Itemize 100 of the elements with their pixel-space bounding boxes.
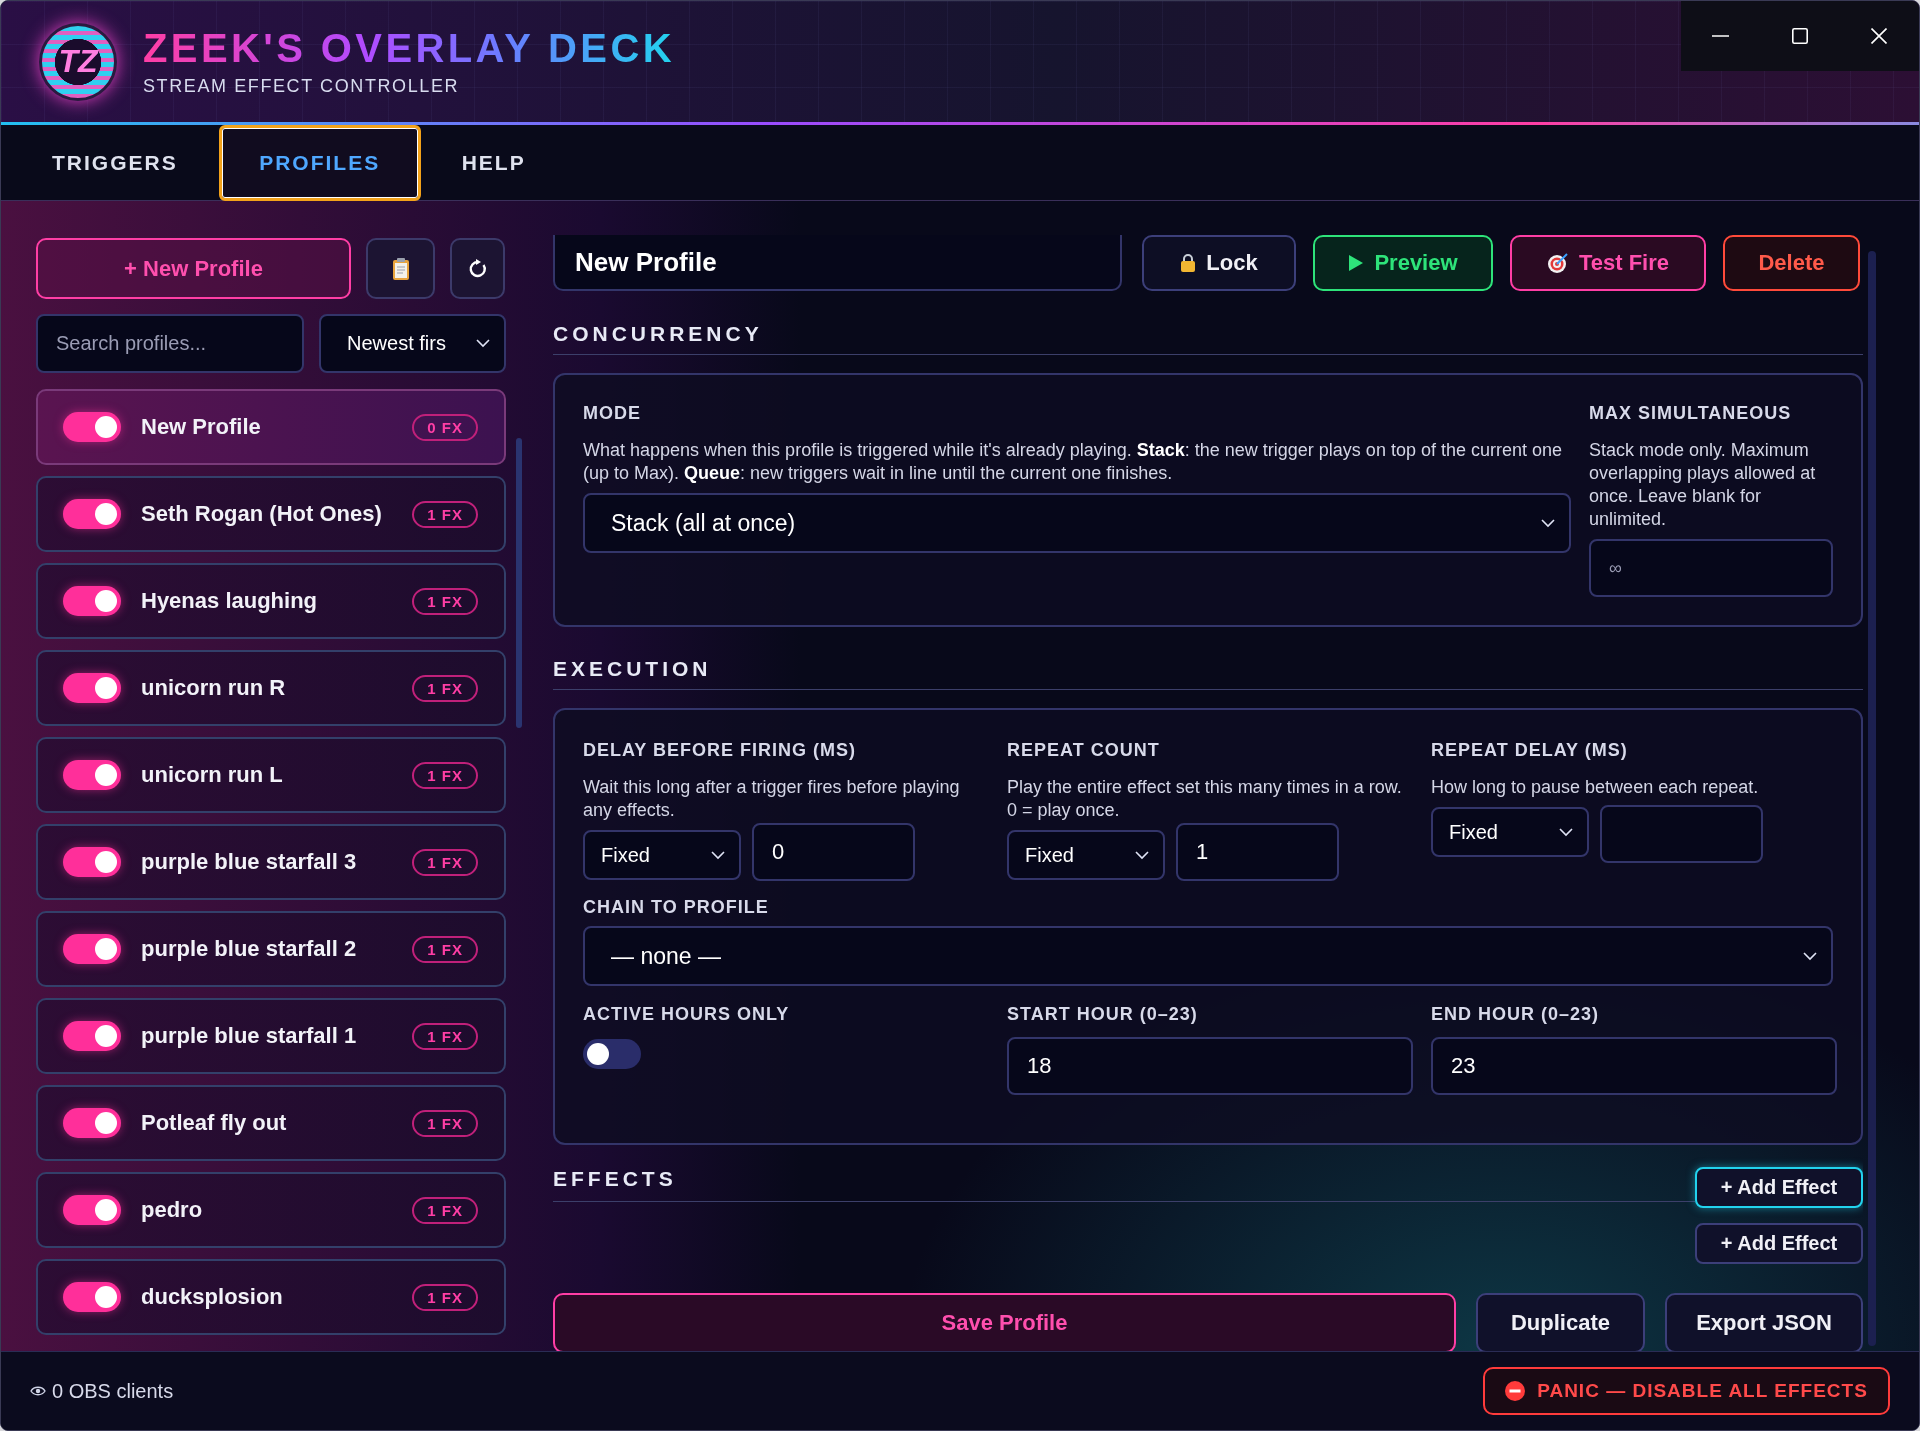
profile-name: ducksplosion — [141, 1284, 284, 1310]
delete-button[interactable]: Delete — [1723, 235, 1860, 291]
duplicate-button[interactable]: Duplicate — [1476, 1293, 1645, 1351]
stop-icon — [1505, 1381, 1526, 1401]
refresh-button[interactable] — [450, 238, 505, 299]
input-field[interactable]: ∞ — [1589, 539, 1833, 597]
tab[interactable]: HELP — [420, 124, 567, 201]
effect-count-badge: 0 FX — [412, 413, 478, 441]
field-label: MODE — [583, 403, 642, 424]
profile-item[interactable]: purple blue starfall 2 1 FX — [36, 911, 506, 987]
effect-count-badge: 1 FX — [412, 587, 478, 615]
input-field[interactable]: 1 — [1176, 823, 1339, 881]
toggle-switch[interactable] — [63, 412, 121, 442]
effect-count-badge: 1 FX — [412, 848, 478, 876]
profile-item[interactable]: pedro 1 FX — [36, 1172, 506, 1248]
chevron-icon — [1135, 850, 1149, 860]
panic-button[interactable]: PANIC — DISABLE ALL EFFECTS — [1483, 1367, 1890, 1415]
help-text: Wait this long after a trigger fires before playing any effects. — [583, 776, 961, 822]
input-field[interactable]: 23 — [1431, 1037, 1837, 1095]
chevron-icon — [1541, 518, 1555, 528]
input-field[interactable]: New Profile — [553, 235, 1122, 291]
help-text: Stack mode only. Maximum overlapping plays allowed at once. Leave blank for unlimited. — [1589, 439, 1817, 531]
dropdown[interactable]: Newest firs — [319, 314, 506, 373]
profile-item[interactable]: Hyenas laughing 1 FX — [36, 563, 506, 639]
field-label: DELAY BEFORE FIRING (MS) — [583, 740, 858, 761]
help-text: How long to pause between each repeat. — [1431, 776, 1760, 799]
effect-count-badge: 1 FX — [412, 674, 478, 702]
refresh-icon — [467, 258, 488, 279]
profile-item[interactable]: ducksplosion 1 FX — [36, 1259, 506, 1335]
input-field[interactable]: 0 — [752, 823, 915, 881]
toggle-switch[interactable] — [63, 847, 121, 877]
profile-name: New Profile — [141, 414, 262, 440]
input-field[interactable] — [1600, 805, 1763, 863]
profile-item[interactable]: unicorn run L 1 FX — [36, 737, 506, 813]
toggle-switch[interactable] — [63, 586, 121, 616]
profile-item[interactable]: purple blue starfall 1 1 FX — [36, 998, 506, 1074]
preview-button[interactable]: Preview — [1313, 235, 1493, 291]
target-icon — [1546, 252, 1569, 274]
profile-item[interactable]: Seth Rogan (Hot Ones) 1 FX — [36, 476, 506, 552]
chevron-icon — [1803, 951, 1817, 961]
toggle-switch[interactable] — [63, 1108, 121, 1138]
effect-count-badge: 1 FX — [412, 1022, 478, 1050]
save-profile-button[interactable]: Save Profile — [553, 1293, 1456, 1351]
profile-name: unicorn run R — [141, 675, 287, 701]
profile-item[interactable]: unicorn run R 1 FX — [36, 650, 506, 726]
profile-name: pedro — [141, 1197, 204, 1223]
effect-count-badge: 1 FX — [412, 500, 478, 528]
field-label: REPEAT DELAY (MS) — [1431, 740, 1629, 761]
minimize-icon — [1712, 35, 1730, 37]
obs-client-count: 0 OBS clients — [52, 1379, 174, 1403]
logo: TZ — [39, 22, 117, 101]
profile-item[interactable]: purple blue starfall 3 1 FX — [36, 824, 506, 900]
app-subtitle: STREAM EFFECT CONTROLLER — [143, 76, 461, 97]
chevron-icon — [476, 339, 490, 348]
test-fire-button[interactable]: Test Fire — [1510, 235, 1706, 291]
input-field[interactable]: 18 — [1007, 1037, 1413, 1095]
input-field[interactable]: Search profiles... — [36, 314, 304, 373]
toggle-switch[interactable] — [63, 1195, 121, 1225]
toggle-switch[interactable] — [63, 673, 121, 703]
profile-name: unicorn run L — [141, 762, 284, 788]
profile-item[interactable]: Potleaf fly out 1 FX — [36, 1085, 506, 1161]
dropdown[interactable]: Stack (all at once) — [583, 493, 1571, 553]
effect-count-badge: 1 FX — [412, 935, 478, 963]
toggle-switch[interactable] — [63, 934, 121, 964]
section-heading: EXECUTION — [553, 657, 1863, 690]
profile-item[interactable]: New Profile 0 FX — [36, 389, 506, 465]
chevron-icon — [711, 850, 725, 860]
toggle-switch[interactable] — [63, 1282, 121, 1312]
toggle-switch[interactable] — [63, 499, 121, 529]
export-button[interactable]: Export JSON — [1665, 1293, 1863, 1351]
play-icon — [1348, 254, 1365, 272]
profile-name: Seth Rogan (Hot Ones) — [141, 501, 383, 527]
new-profile-button[interactable]: + New Profile — [36, 238, 351, 299]
clipboard-icon — [391, 256, 410, 281]
scrollbar-thumb[interactable] — [1868, 251, 1876, 1346]
profile-name: Hyenas laughing — [141, 588, 319, 614]
toggle-switch[interactable] — [63, 760, 121, 790]
toggle-switch[interactable] — [583, 1039, 641, 1069]
field-label: MAX SIMULTANEOUS — [1589, 403, 1793, 424]
add-effect-button[interactable]: + Add Effect — [1695, 1223, 1863, 1264]
tab[interactable]: TRIGGERS — [11, 124, 219, 201]
close-icon — [1871, 28, 1888, 44]
field-label: ACTIVE HOURS ONLY — [583, 1004, 791, 1025]
dropdown[interactable]: Fixed — [583, 830, 741, 880]
field-label: CHAIN TO PROFILE — [583, 897, 770, 918]
tab[interactable]: PROFILES — [218, 124, 421, 201]
scrollbar-thumb[interactable] — [516, 438, 522, 728]
dropdown[interactable]: Fixed — [1431, 807, 1589, 857]
field-label: START HOUR (0–23) — [1007, 1004, 1199, 1025]
add-effect-button[interactable]: + Add Effect — [1695, 1167, 1863, 1208]
lock-button[interactable]: Lock — [1142, 235, 1296, 291]
effect-count-badge: 1 FX — [412, 761, 478, 789]
dropdown[interactable]: — none — — [583, 926, 1833, 986]
field-label: END HOUR (0–23) — [1431, 1004, 1601, 1025]
dropdown[interactable]: Fixed — [1007, 830, 1165, 880]
profile-name: purple blue starfall 1 — [141, 1023, 358, 1049]
field-label: REPEAT COUNT — [1007, 740, 1161, 761]
toggle-switch[interactable] — [63, 1021, 121, 1051]
clipboard-button[interactable] — [366, 238, 435, 299]
help-text: What happens when this profile is triggered while it's already playing. Stack: the new trigger plays on top of the current one (up to Max). Queue: new triggers wait in line until the current one finishes. — [583, 439, 1563, 485]
